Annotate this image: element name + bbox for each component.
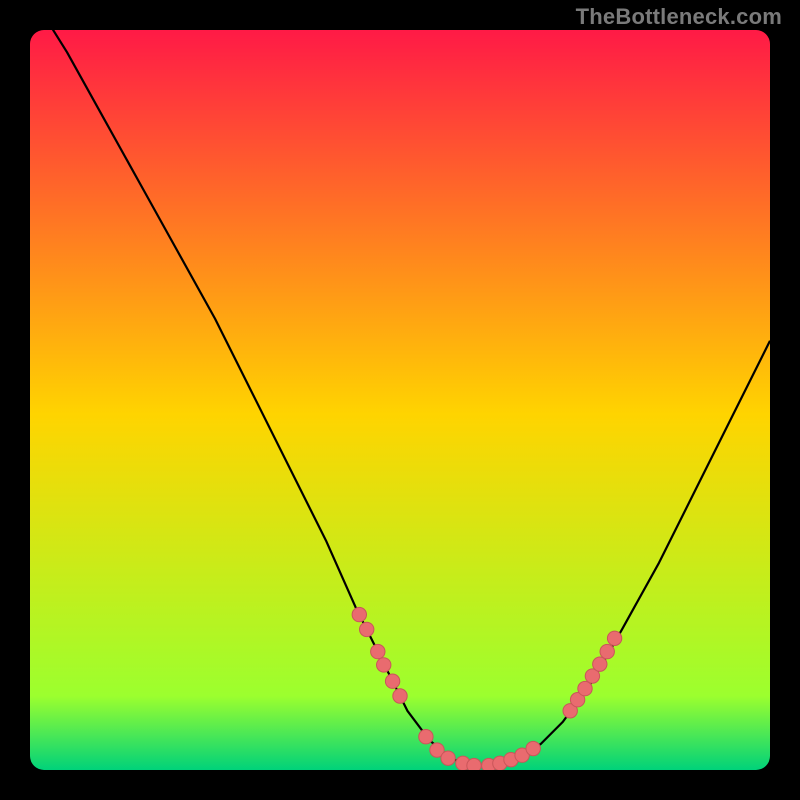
marker-dot xyxy=(377,658,391,672)
chart-stage: TheBottleneck.com xyxy=(0,0,800,800)
marker-dot xyxy=(419,730,433,744)
marker-dot xyxy=(441,751,455,765)
bottleneck-chart xyxy=(0,0,800,800)
marker-dot xyxy=(371,644,385,658)
marker-dot xyxy=(607,631,621,645)
marker-dot xyxy=(385,674,399,688)
plot-background xyxy=(30,30,770,770)
marker-dot xyxy=(360,622,374,636)
marker-dot xyxy=(600,644,614,658)
marker-dot xyxy=(526,741,540,755)
watermark: TheBottleneck.com xyxy=(576,4,782,30)
marker-dot xyxy=(593,657,607,671)
marker-dot xyxy=(578,681,592,695)
marker-dot xyxy=(393,689,407,703)
marker-dot xyxy=(352,607,366,621)
